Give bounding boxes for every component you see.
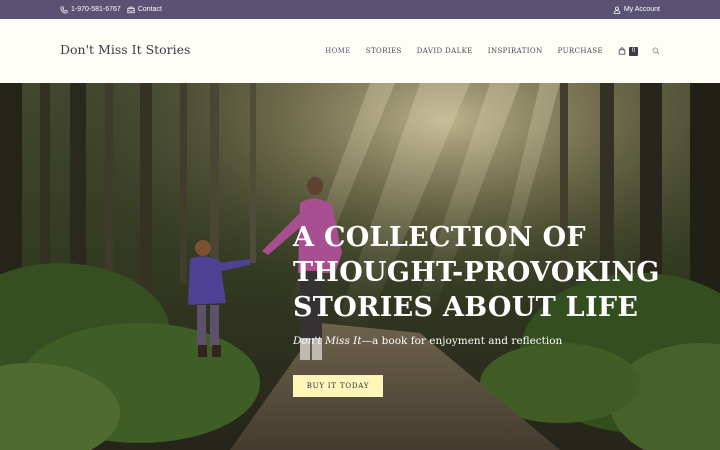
user-icon (613, 6, 621, 14)
bag-icon (618, 47, 626, 55)
hero-headline: A COLLECTION OF THOUGHT-PROVOKING STORIE… (293, 220, 693, 325)
hero-headline-line-3: STORIES ABOUT LIFE (293, 292, 639, 323)
main-nav: HOME STORIES DAVID DALKE INSPIRATION PUR… (310, 19, 660, 83)
phone-number: 1-970-581-6767 (71, 6, 121, 13)
my-account-link[interactable]: My Account (613, 6, 660, 14)
top-bar-left: 1-970-581-6767 Contact (60, 0, 162, 19)
site-header: Don't Miss It Stories HOME STORIES DAVID… (0, 19, 720, 83)
hero-tagline-book-title: Don't Miss It (293, 335, 362, 347)
buy-it-today-button[interactable]: BUY IT TODAY (293, 375, 383, 397)
phone-link[interactable]: 1-970-581-6767 (60, 5, 121, 14)
nav-item-stories[interactable]: STORIES (366, 47, 402, 55)
site-logo[interactable]: Don't Miss It Stories (60, 42, 190, 57)
hero-headline-line-2: THOUGHT-PROVOKING (293, 257, 660, 288)
my-account-label: My Account (623, 6, 660, 13)
contact-label: Contact (137, 6, 162, 13)
envelope-icon (127, 5, 135, 14)
hero-tagline: Don't Miss It—a book for enjoyment and r… (293, 335, 633, 347)
hero-tagline-text: —a book for enjoyment and reflection (361, 335, 563, 347)
cart-button[interactable]: 0 (618, 46, 638, 56)
hero-banner: A COLLECTION OF THOUGHT-PROVOKING STORIE… (0, 83, 720, 450)
cart-count-badge: 0 (629, 46, 638, 56)
phone-icon (60, 5, 68, 14)
search-button[interactable] (652, 47, 660, 55)
nav-item-david-dalke[interactable]: DAVID DALKE (417, 47, 473, 55)
hero-headline-line-1: A COLLECTION OF (293, 222, 586, 253)
top-bar: 1-970-581-6767 Contact My Account (0, 0, 720, 19)
search-icon (652, 47, 660, 55)
top-bar-right: My Account (613, 0, 660, 19)
contact-link[interactable]: Contact (127, 5, 162, 14)
nav-item-inspiration[interactable]: INSPIRATION (488, 47, 543, 55)
nav-item-purchase[interactable]: PURCHASE (558, 47, 603, 55)
nav-item-home[interactable]: HOME (325, 47, 351, 55)
